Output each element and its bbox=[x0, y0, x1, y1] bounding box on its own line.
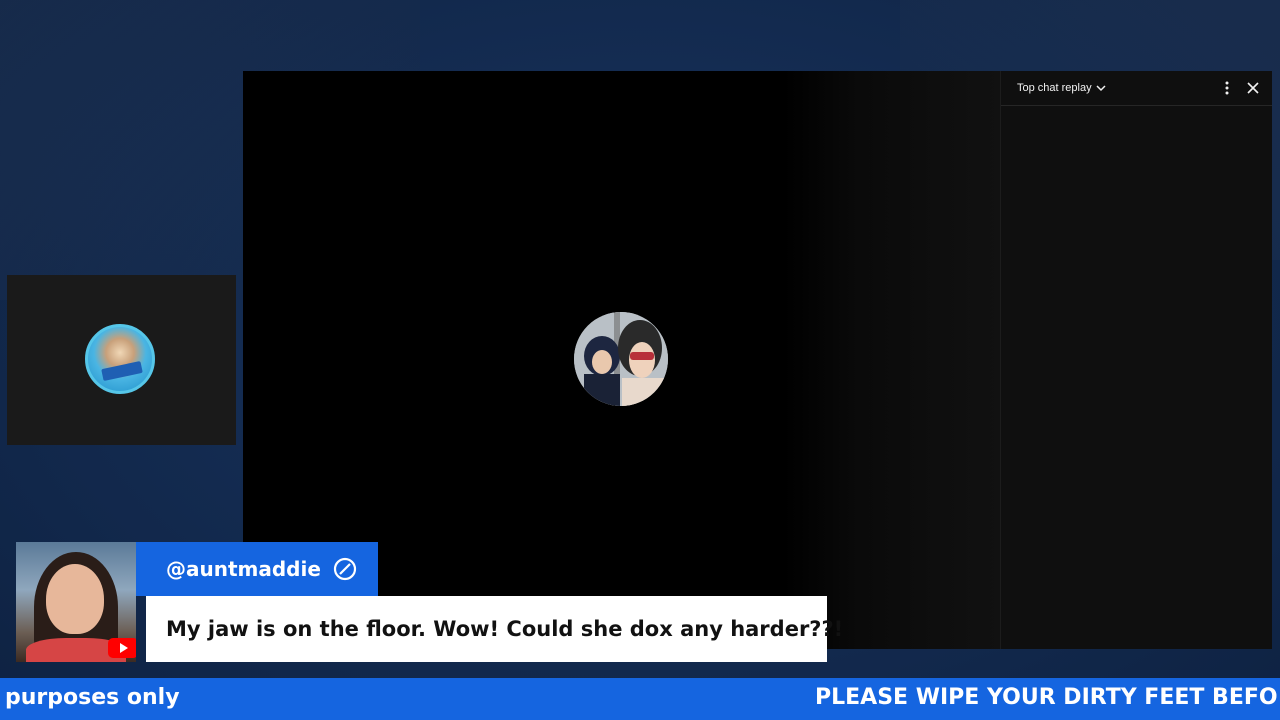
play-icon bbox=[120, 643, 128, 653]
commenter-username: @auntmaddie bbox=[166, 557, 321, 581]
youtube-icon bbox=[108, 638, 136, 658]
comment-message: My jaw is on the floor. Wow! Could she d… bbox=[166, 617, 844, 641]
close-icon bbox=[1247, 82, 1259, 94]
chat-replay-panel: Top chat replay bbox=[1000, 71, 1272, 649]
stage-shade bbox=[783, 71, 1000, 649]
ticker-segment: purposes only bbox=[5, 685, 180, 710]
chat-message-list[interactable] bbox=[1001, 105, 1272, 645]
comment-message-box: My jaw is on the floor. Wow! Could she d… bbox=[146, 596, 843, 662]
news-ticker: purposes only PLEASE WIPE YOUR DIRTY FEE… bbox=[0, 678, 1280, 720]
commenter-avatar bbox=[16, 542, 136, 662]
ticker-segment: PLEASE WIPE YOUR DIRTY FEET BEFO bbox=[815, 685, 1278, 710]
chat-header: Top chat replay bbox=[1001, 71, 1272, 106]
commenter-face bbox=[46, 564, 104, 634]
guest-avatar bbox=[85, 324, 155, 394]
host-avatar bbox=[574, 312, 668, 406]
guest-avatar-banner bbox=[101, 360, 143, 382]
commenter-name-bar: @auntmaddie bbox=[136, 542, 378, 596]
host-avatar-image bbox=[574, 312, 668, 406]
chat-title: Top chat replay bbox=[1017, 82, 1092, 94]
chat-mode-dropdown[interactable]: Top chat replay bbox=[1017, 82, 1106, 94]
chevron-down-icon bbox=[1096, 85, 1106, 92]
more-options-button[interactable] bbox=[1217, 78, 1237, 98]
more-vert-icon bbox=[1225, 81, 1229, 95]
block-icon bbox=[333, 557, 357, 581]
close-chat-button[interactable] bbox=[1243, 78, 1263, 98]
guest-tile[interactable] bbox=[7, 275, 236, 445]
